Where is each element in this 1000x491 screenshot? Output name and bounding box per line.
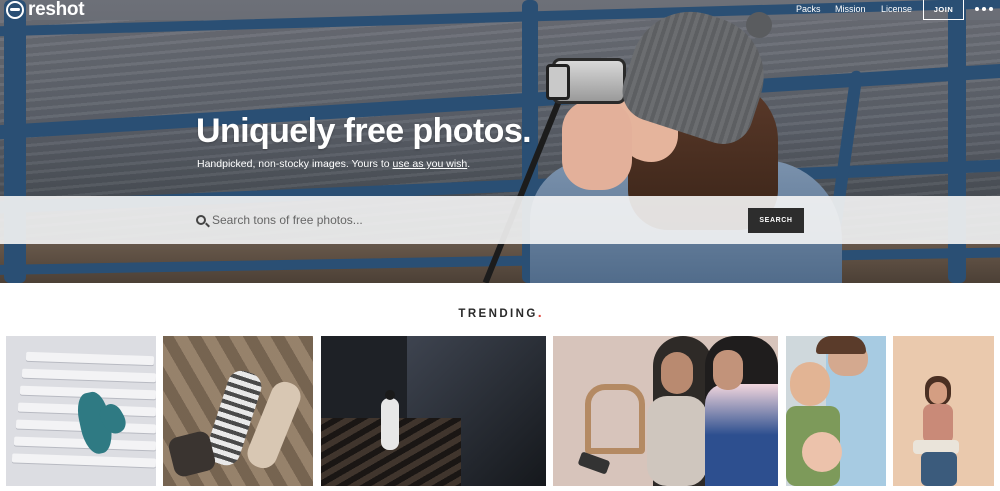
child-face (790, 362, 830, 406)
woman-jeans (921, 452, 957, 486)
search-icon (196, 215, 206, 225)
trending-photo-people-lying[interactable] (163, 336, 313, 486)
bench-plank (21, 368, 156, 383)
camera-lens (546, 64, 570, 100)
bench-plank (11, 453, 156, 468)
hero-title: Uniquely free photos. (196, 112, 532, 150)
hands (562, 100, 632, 190)
hero-subtitle: Handpicked, non-stocky images. Yours to … (197, 158, 470, 170)
trending-heading: TRENDING. (0, 304, 1000, 322)
mother-hair (816, 336, 866, 354)
trending-photo-mother-baby[interactable] (786, 336, 886, 486)
bench-plank (25, 351, 155, 366)
hero-banner: reshot Packs Mission License JOIN Unique… (0, 0, 1000, 283)
logo-text: reshot (28, 0, 85, 20)
woman-face (661, 352, 693, 394)
more-dots-icon[interactable] (975, 2, 993, 16)
join-button[interactable]: JOIN (923, 0, 964, 20)
trending-dot: . (537, 304, 542, 320)
person-head (385, 390, 395, 400)
woman-top (923, 404, 953, 444)
woman-sweater (647, 396, 707, 486)
trending-photo-women-phone[interactable] (553, 336, 778, 486)
trending-title: TRENDING (458, 308, 538, 320)
wooden-chair (585, 384, 645, 454)
phone (577, 451, 611, 475)
baby (802, 432, 842, 472)
person-on-stairs (381, 398, 399, 450)
beanie-pom (746, 12, 772, 38)
reshot-logo-icon (6, 1, 24, 19)
woman-scarf-jacket (705, 384, 778, 486)
trending-photo-staircase[interactable] (321, 336, 546, 486)
site-logo[interactable]: reshot (6, 0, 85, 20)
search-button[interactable]: SEARCH (748, 208, 804, 233)
trending-photo-woman-reading[interactable] (893, 336, 994, 486)
hero-subtitle-period: . (467, 158, 471, 170)
hero-subtitle-text: Handpicked, non-stocky images. Yours to (197, 158, 393, 170)
nav-link-license[interactable]: License (881, 4, 912, 14)
use-as-you-wish-link[interactable]: use as you wish (393, 158, 468, 170)
nav-link-packs[interactable]: Packs (796, 4, 821, 14)
nav-link-mission[interactable]: Mission (835, 4, 866, 14)
woman-face (713, 350, 743, 390)
trending-photo-mittens[interactable] (6, 336, 156, 486)
woman-face (929, 382, 947, 404)
search-input[interactable] (212, 209, 732, 231)
